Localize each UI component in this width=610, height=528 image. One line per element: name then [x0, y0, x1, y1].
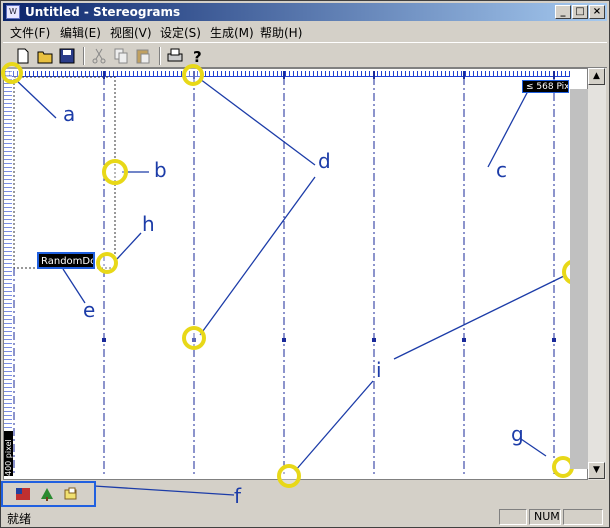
- layer-icon[interactable]: [63, 487, 79, 501]
- height-readout: 400 pixel <: [4, 431, 13, 476]
- layer-tool-strip: [1, 481, 96, 507]
- callout-f: f: [234, 484, 242, 508]
- callout-i: i: [376, 358, 382, 382]
- guide-marker: [462, 338, 466, 342]
- callout-g: g: [511, 422, 524, 446]
- guide-top-handle[interactable]: [182, 64, 204, 86]
- guide-marker: [102, 338, 106, 342]
- vertical-scrollbar-thumb[interactable]: [570, 89, 588, 469]
- guide-marker: [282, 338, 286, 342]
- vertical-scrollbar[interactable]: ▲ ▼: [588, 68, 606, 480]
- callout-d: d: [318, 149, 331, 173]
- callout-e: e: [83, 298, 96, 322]
- status-text: 就绪: [7, 512, 32, 526]
- bottom-edge-handle[interactable]: [277, 464, 301, 488]
- width-readout: ≤ 568 Pixel: [522, 80, 569, 93]
- scroll-up-arrow[interactable]: ▲: [588, 68, 605, 85]
- callout-a: a: [63, 102, 76, 126]
- origin-handle[interactable]: [1, 62, 23, 84]
- status-pane-num: NUM: [529, 509, 561, 525]
- guide-middle-handle[interactable]: [182, 326, 206, 350]
- guide-marker: [372, 338, 376, 342]
- object-resize-handle[interactable]: [96, 252, 118, 274]
- tree-icon[interactable]: [39, 487, 55, 501]
- callout-c: c: [496, 158, 507, 182]
- guide-marker: [552, 338, 556, 342]
- status-pane-scroll: [563, 509, 603, 525]
- callout-b: b: [154, 158, 167, 182]
- callout-h: h: [142, 212, 155, 236]
- object-move-handle[interactable]: [102, 159, 128, 185]
- random-dot-layer-label[interactable]: RandomDo: [37, 252, 95, 269]
- app-window: W Untitled - Stereograms _ □ × 文件(F) 编辑(…: [0, 0, 610, 528]
- flag-icon[interactable]: [15, 487, 31, 501]
- status-pane-caps: [499, 509, 527, 525]
- scroll-down-arrow[interactable]: ▼: [588, 462, 605, 479]
- status-bar: 就绪 NUM: [3, 508, 607, 526]
